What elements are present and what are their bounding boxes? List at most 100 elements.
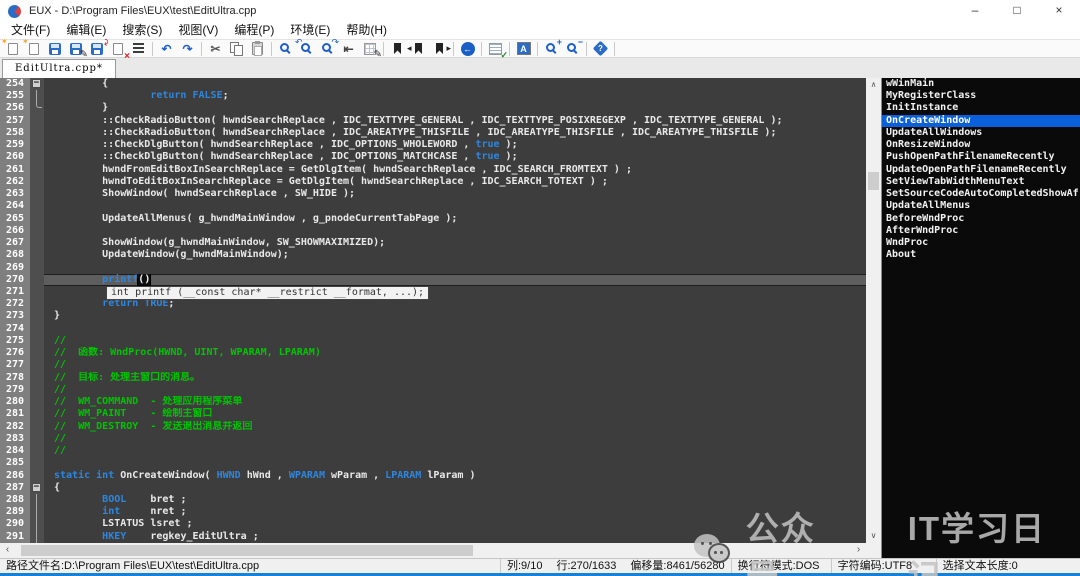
fold-margin[interactable] (30, 115, 44, 127)
close-file-icon[interactable] (107, 40, 128, 58)
code-line[interactable]: 274 (0, 323, 866, 335)
code-line[interactable]: 254− { (0, 78, 866, 90)
fold-margin[interactable] (30, 323, 44, 335)
bookmark-icon[interactable] (387, 40, 408, 58)
fold-margin[interactable] (30, 347, 44, 359)
line-numbers-icon[interactable] (485, 40, 506, 58)
function-list-item[interactable]: WndProc (882, 237, 1080, 249)
fold-margin[interactable] (30, 494, 44, 506)
code-line[interactable]: 269 (0, 262, 866, 274)
scroll-up-icon[interactable]: ∧ (866, 78, 881, 92)
code-line[interactable]: 268 UpdateWindow(g_hwndMainWindow); (0, 249, 866, 261)
zoom-out-icon[interactable] (562, 40, 583, 58)
function-list-item[interactable]: OnCreateWindow (882, 115, 1080, 127)
fold-margin[interactable] (30, 408, 44, 420)
code-line[interactable]: 266 (0, 225, 866, 237)
fold-margin[interactable] (30, 225, 44, 237)
find-next-icon[interactable] (317, 40, 338, 58)
fold-margin[interactable] (30, 433, 44, 445)
function-list-item[interactable]: UpdateAllWindows (882, 127, 1080, 139)
code-line[interactable]: 256 } (0, 102, 866, 114)
code-line[interactable]: 281// WM_PAINT - 绘制主窗口 (0, 408, 866, 420)
fold-margin[interactable] (30, 372, 44, 384)
vertical-scroll-thumb[interactable] (868, 172, 879, 190)
find-prev-icon[interactable] (296, 40, 317, 58)
code-line[interactable]: 262 hwndToEditBoxInSearchReplace = GetDl… (0, 176, 866, 188)
vertical-scrollbar[interactable]: ∧ ∨ (866, 78, 881, 543)
syntax-color-icon[interactable] (513, 40, 534, 58)
menu-program[interactable]: 编程(P) (226, 22, 282, 39)
scroll-right-icon[interactable]: › (851, 543, 866, 558)
fold-margin[interactable]: − (30, 78, 44, 90)
code-line[interactable]: 257 ::CheckRadioButton( hwndSearchReplac… (0, 115, 866, 127)
fold-margin[interactable] (30, 176, 44, 188)
code-line[interactable]: 255 return FALSE; (0, 90, 866, 102)
fold-margin[interactable] (30, 262, 44, 274)
code-line[interactable]: 283// (0, 433, 866, 445)
function-list-item[interactable]: SetSourceCodeAutoCompletedShowAf (882, 188, 1080, 200)
fold-margin[interactable] (30, 359, 44, 371)
fold-margin[interactable] (30, 200, 44, 212)
fold-margin[interactable] (30, 421, 44, 433)
code-line[interactable]: 258 ::CheckRadioButton( hwndSearchReplac… (0, 127, 866, 139)
code-line[interactable]: 260 ::CheckDlgButton( hwndSearchReplace … (0, 151, 866, 163)
function-list-item[interactable]: AfterWndProc (882, 225, 1080, 237)
function-list-item[interactable]: InitInstance (882, 102, 1080, 114)
menu-view[interactable]: 视图(V) (170, 22, 226, 39)
code-line[interactable]: 270 printf() (0, 274, 866, 286)
paste-icon[interactable] (247, 40, 268, 58)
code-line[interactable]: 284// (0, 445, 866, 457)
code-line[interactable]: 291 HKEY regkey_EditUltra ; (0, 531, 866, 543)
code-line[interactable]: 289 int nret ; (0, 506, 866, 518)
save-as-icon[interactable] (65, 40, 86, 58)
copy-icon[interactable] (226, 40, 247, 58)
maximize-button[interactable]: □ (996, 0, 1038, 22)
code-line[interactable]: 263 ShowWindow( hwndSearchReplace , SW_H… (0, 188, 866, 200)
fold-margin[interactable] (30, 310, 44, 322)
fold-margin[interactable] (30, 139, 44, 151)
horizontal-scroll-track[interactable] (15, 543, 851, 558)
function-list-item[interactable]: wWinMain (882, 78, 1080, 90)
horizontal-scroll-thumb[interactable] (21, 545, 473, 556)
function-list-item[interactable]: SetViewTabWidthMenuText (882, 176, 1080, 188)
fold-margin[interactable] (30, 274, 44, 286)
fold-margin[interactable] (30, 127, 44, 139)
code-line[interactable]: 275// (0, 335, 866, 347)
function-list-item[interactable]: PushOpenPathFilenameRecently (882, 151, 1080, 163)
undo-icon[interactable]: ↶ (156, 40, 177, 58)
find-icon[interactable] (275, 40, 296, 58)
horizontal-scrollbar[interactable]: ‹ › (0, 543, 881, 558)
code-line[interactable]: 259 ::CheckDlgButton( hwndSearchReplace … (0, 139, 866, 151)
scroll-left-icon[interactable]: ‹ (0, 543, 15, 558)
fold-margin[interactable] (30, 470, 44, 482)
close-button[interactable]: × (1038, 0, 1080, 22)
function-list-item[interactable]: About (882, 249, 1080, 261)
fold-margin[interactable] (30, 188, 44, 200)
save-all-icon[interactable] (86, 40, 107, 58)
redo-icon[interactable]: ↷ (177, 40, 198, 58)
fold-margin[interactable] (30, 213, 44, 225)
fold-margin[interactable] (30, 298, 44, 310)
code-line[interactable]: 286static int OnCreateWindow( HWND hWnd … (0, 470, 866, 482)
code-editor[interactable]: int printf (__const char* __restrict __f… (0, 78, 866, 543)
vertical-scroll-track[interactable] (866, 92, 881, 529)
save-file-icon[interactable] (44, 40, 65, 58)
fold-margin[interactable] (30, 90, 44, 102)
code-line[interactable]: 280// WM_COMMAND - 处理应用程序菜单 (0, 396, 866, 408)
menu-file[interactable]: 文件(F) (3, 22, 58, 39)
fold-margin[interactable] (30, 384, 44, 396)
fold-margin[interactable] (30, 518, 44, 530)
navigate-back-icon[interactable] (457, 40, 478, 58)
code-line[interactable]: 278// 目标: 处理主窗口的消息。 (0, 372, 866, 384)
function-list-item[interactable]: UpdateAllMenus (882, 200, 1080, 212)
code-line[interactable]: 267 ShowWindow(g_hwndMainWindow, SW_SHOW… (0, 237, 866, 249)
fold-margin[interactable] (30, 151, 44, 163)
fold-collapse-icon[interactable]: − (32, 483, 41, 492)
fold-margin[interactable] (30, 457, 44, 469)
code-line[interactable]: 290 LSTATUS lsret ; (0, 518, 866, 530)
fold-collapse-icon[interactable]: − (32, 79, 41, 88)
prev-bookmark-icon[interactable] (408, 40, 429, 58)
fold-margin[interactable] (30, 102, 44, 114)
code-line[interactable]: 277// (0, 359, 866, 371)
new-from-template-icon[interactable] (23, 40, 44, 58)
